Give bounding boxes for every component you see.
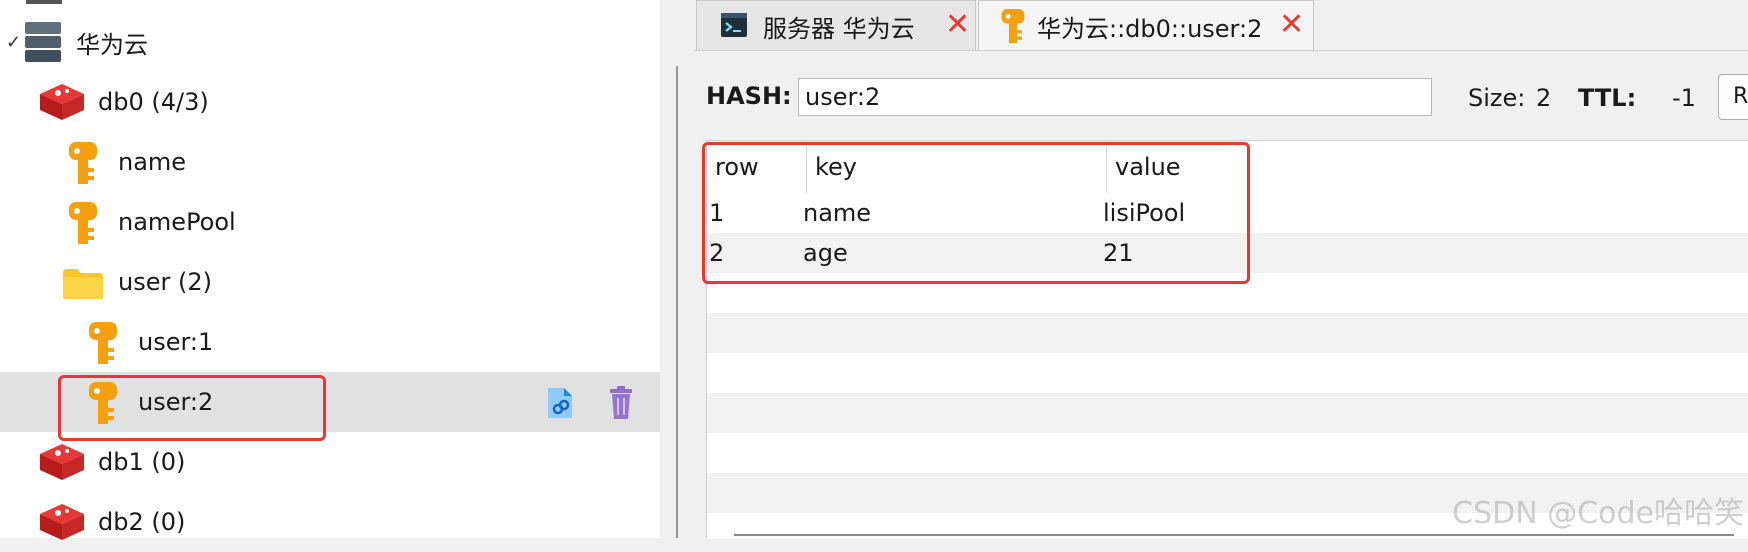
server-label: 华为云 bbox=[76, 30, 148, 59]
size-label: Size: bbox=[1468, 84, 1526, 112]
key-label: name bbox=[118, 148, 187, 176]
table-row-empty bbox=[707, 353, 1748, 393]
key-label: user:2 bbox=[138, 388, 214, 416]
table-header: row key value bbox=[707, 141, 1748, 193]
key-icon bbox=[66, 140, 100, 186]
column-header-value[interactable]: value bbox=[1107, 141, 1247, 193]
folder-icon bbox=[60, 266, 106, 302]
table-row[interactable]: 2 age 21 bbox=[707, 233, 1748, 273]
key-label: namePool bbox=[118, 208, 236, 236]
folder-label: user (2) bbox=[118, 268, 212, 296]
db2-label: db2 (0) bbox=[98, 508, 186, 536]
cell-value: 21 bbox=[1103, 239, 1134, 267]
db1-label: db1 (0) bbox=[98, 448, 186, 476]
close-icon[interactable]: ✕ bbox=[945, 10, 970, 40]
trash-icon[interactable] bbox=[606, 384, 636, 422]
size-value: 2 bbox=[1536, 84, 1552, 112]
table-row-empty bbox=[707, 433, 1748, 473]
table-row[interactable]: 1 name lisiPool bbox=[707, 193, 1748, 233]
scroll-stub bbox=[26, 0, 62, 4]
ttl-label: TTL: bbox=[1578, 84, 1637, 112]
redis-db-icon bbox=[38, 82, 86, 122]
tree-item-db1[interactable]: db1 (0) bbox=[0, 432, 660, 492]
cell-key: age bbox=[803, 239, 848, 267]
table-row-empty bbox=[707, 393, 1748, 433]
key-label: user:1 bbox=[138, 328, 214, 356]
tree-item-key-name[interactable]: name bbox=[0, 132, 660, 192]
column-header-key[interactable]: key bbox=[807, 141, 1107, 193]
cell-value: lisiPool bbox=[1103, 199, 1186, 227]
key-icon bbox=[999, 5, 1027, 47]
tree-item-key-user2[interactable]: user:2 bbox=[0, 372, 660, 432]
watermark: CSDN @Code哈哈笑 bbox=[1452, 496, 1744, 531]
tab-key-user2[interactable]: 华为云::db0::user:2 ✕ bbox=[978, 0, 1314, 50]
key-icon bbox=[86, 320, 120, 366]
tree-item-db0[interactable]: db0 (4/3) bbox=[0, 72, 660, 132]
server-icon bbox=[22, 20, 64, 64]
db0-label: db0 (4/3) bbox=[98, 88, 209, 116]
rename-button[interactable]: R bbox=[1718, 74, 1748, 120]
scrollbar[interactable] bbox=[676, 66, 678, 538]
key-icon bbox=[86, 380, 120, 426]
splitter[interactable] bbox=[660, 0, 674, 538]
tab-label: 华为云::db0::user:2 bbox=[1037, 15, 1263, 43]
table-row-empty bbox=[707, 273, 1748, 313]
horizontal-scrollbar[interactable] bbox=[734, 534, 1734, 536]
tree-item-key-namepool[interactable]: namePool bbox=[0, 192, 660, 252]
tree-panel: ✓ 华为云 db0 (4/3) name namePool user (2) u… bbox=[0, 0, 660, 540]
tab-label: 服务器 华为云 bbox=[763, 15, 915, 43]
key-icon bbox=[66, 200, 100, 246]
tree-item-db2[interactable]: db2 (0) bbox=[0, 492, 660, 552]
hash-type-label: HASH: bbox=[706, 82, 792, 110]
key-name-input[interactable] bbox=[798, 78, 1432, 116]
editor-panel: 服务器 华为云 ✕ 华为云::db0::user:2 ✕ HASH: Size:… bbox=[694, 0, 1748, 539]
close-icon[interactable]: ✕ bbox=[1279, 10, 1304, 40]
cell-key: name bbox=[803, 199, 872, 227]
redis-db-icon bbox=[38, 502, 86, 542]
hash-table: row key value 1 name lisiPool 2 age 21 bbox=[706, 140, 1748, 539]
tree-item-folder-user[interactable]: user (2) bbox=[0, 252, 660, 312]
tree-item-key-user1[interactable]: user:1 bbox=[0, 312, 660, 372]
tab-server[interactable]: 服务器 华为云 ✕ bbox=[696, 0, 976, 50]
ttl-value: -1 bbox=[1672, 84, 1696, 112]
cell-row: 2 bbox=[709, 239, 725, 267]
chevron-down-icon[interactable]: ✓ bbox=[6, 32, 21, 53]
console-icon bbox=[719, 11, 749, 39]
tab-bar: 服务器 华为云 ✕ 华为云::db0::user:2 ✕ bbox=[694, 0, 1748, 51]
cell-row: 1 bbox=[709, 199, 725, 227]
copy-link-icon[interactable] bbox=[544, 384, 576, 422]
redis-db-icon bbox=[38, 442, 86, 482]
table-row-empty bbox=[707, 313, 1748, 353]
column-header-row[interactable]: row bbox=[707, 141, 807, 193]
tree-item-server[interactable]: ✓ 华为云 bbox=[0, 12, 660, 72]
